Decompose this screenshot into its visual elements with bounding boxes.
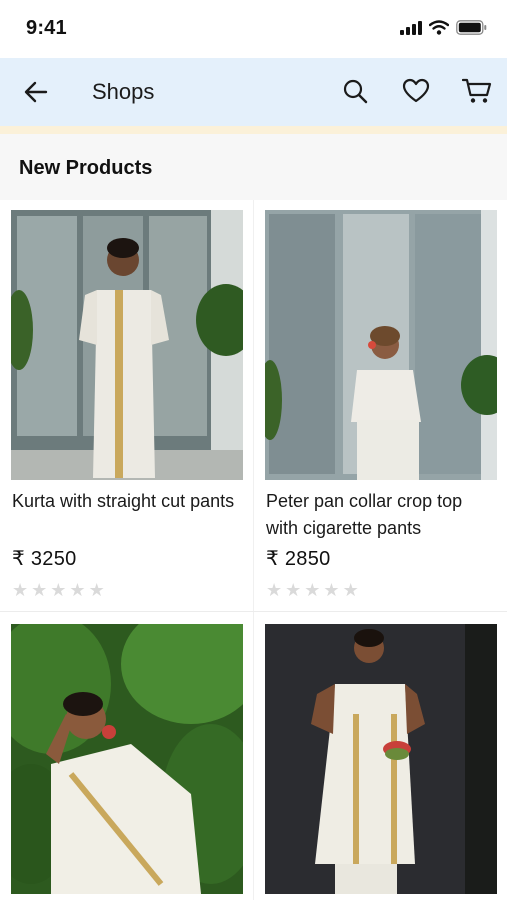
- star-icon: ★: [285, 580, 302, 600]
- search-icon: [343, 79, 368, 104]
- product-name[interactable]: Peter pan collar crop top with cigarette…: [266, 488, 498, 542]
- page-title: Shops: [92, 79, 155, 104]
- product-image[interactable]: [11, 210, 243, 480]
- wishlist-button[interactable]: [401, 76, 431, 106]
- star-icon: ★: [266, 580, 283, 600]
- product-image[interactable]: [265, 624, 497, 894]
- cart-button[interactable]: [462, 76, 492, 106]
- product-rating: ★ ★ ★ ★ ★: [266, 581, 359, 599]
- wifi-icon: [429, 20, 449, 35]
- battery-icon: [456, 20, 487, 35]
- product-price: ₹ 2850: [266, 548, 331, 570]
- search-button[interactable]: [340, 76, 370, 106]
- star-icon: ★: [88, 580, 105, 600]
- product-card[interactable]: [254, 614, 507, 900]
- product-card[interactable]: [0, 614, 254, 900]
- back-button[interactable]: [22, 78, 50, 106]
- status-bar: 9:41: [0, 0, 507, 58]
- status-time: 9:41: [26, 17, 67, 39]
- accent-strip: [0, 126, 507, 134]
- app-bar: Shops: [0, 58, 507, 126]
- star-icon: ★: [50, 580, 67, 600]
- star-icon: ★: [12, 580, 29, 600]
- product-image[interactable]: [11, 624, 243, 894]
- star-icon: ★: [31, 580, 48, 600]
- star-icon: ★: [69, 580, 86, 600]
- section-title: New Products: [19, 157, 153, 179]
- section-header: New Products: [0, 134, 507, 200]
- product-grid: Kurta with straight cut pants ₹ 3250 ★ ★…: [0, 200, 507, 900]
- star-icon: ★: [304, 580, 321, 600]
- star-icon: ★: [342, 580, 359, 600]
- product-rating: ★ ★ ★ ★ ★: [12, 581, 105, 599]
- product-image[interactable]: [265, 210, 497, 480]
- star-icon: ★: [323, 580, 340, 600]
- status-icons: [400, 20, 487, 35]
- product-name[interactable]: Kurta with straight cut pants: [12, 488, 244, 515]
- heart-icon: [402, 78, 430, 103]
- cart-icon: [462, 78, 492, 103]
- back-arrow-icon: [24, 81, 48, 103]
- product-card[interactable]: Peter pan collar crop top with cigarette…: [254, 200, 507, 611]
- grid-divider-horizontal: [0, 611, 507, 612]
- product-price: ₹ 3250: [12, 548, 77, 570]
- signal-icon: [400, 20, 422, 35]
- product-card[interactable]: Kurta with straight cut pants ₹ 3250 ★ ★…: [0, 200, 254, 611]
